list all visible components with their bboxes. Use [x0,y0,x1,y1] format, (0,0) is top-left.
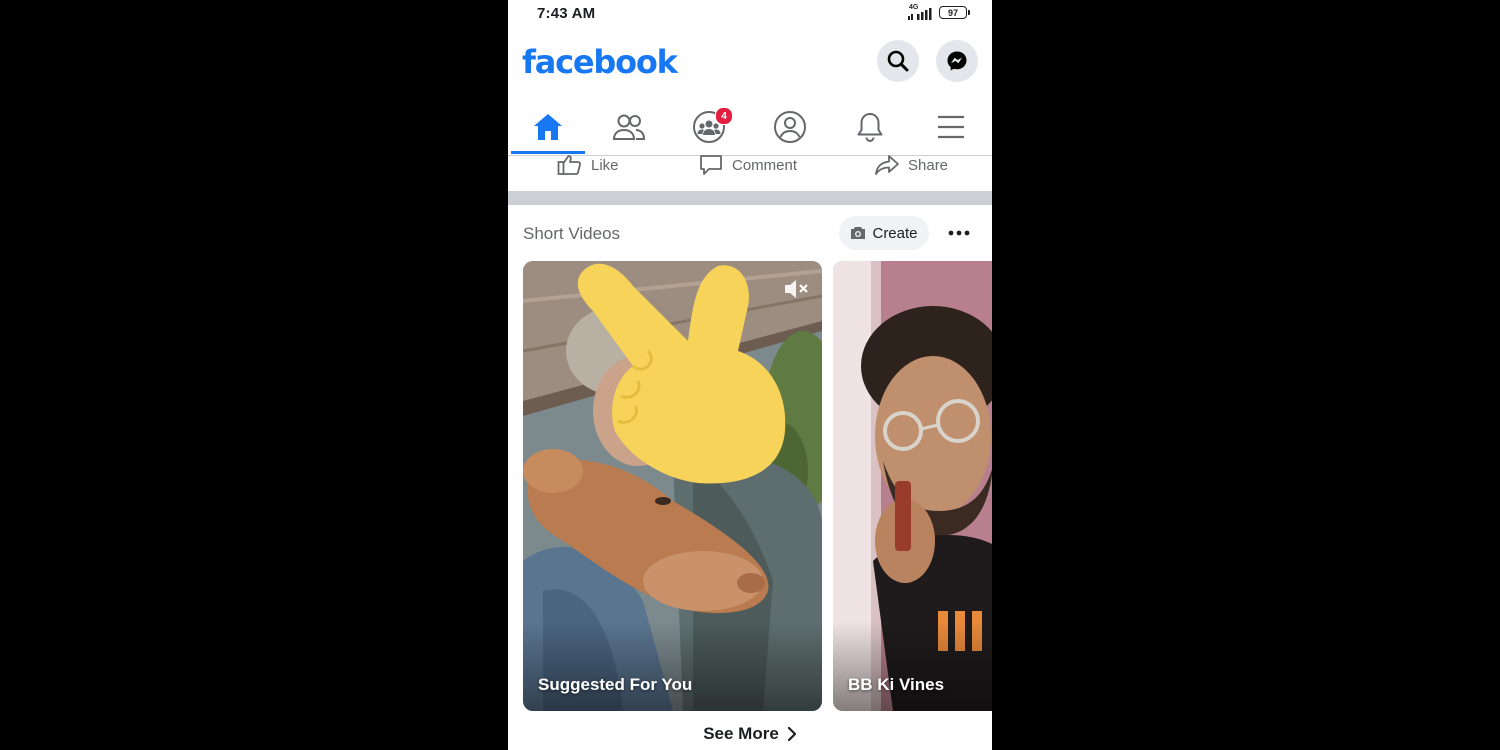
share-icon [875,155,899,175]
see-more-button[interactable]: See More [508,724,992,744]
profile-icon [774,111,806,143]
short-videos-title: Short Videos [523,224,621,243]
battery-level: 97 [947,7,958,18]
like-icon [557,155,581,175]
messenger-icon [947,51,967,71]
post-actions: Like Comment Share [508,154,992,190]
tab-groups[interactable]: 4 [669,100,749,154]
tab-home[interactable] [508,100,588,154]
comment-button[interactable]: Comment [698,154,797,176]
messenger-button[interactable] [936,40,978,82]
card-shade [833,621,992,711]
share-label: Share [908,156,949,174]
search-button[interactable] [877,40,919,82]
feed-separator [508,191,992,205]
video-card-label: Suggested For You [538,675,693,694]
video-card-bb-ki-vines[interactable]: BB Ki Vines [833,261,992,711]
status-bar: 7:43 AM 4G 97 [508,0,992,28]
facebook-logo[interactable]: facebook [522,43,678,81]
video-card-label: BB Ki Vines [848,675,945,694]
friends-icon [612,114,646,140]
bell-icon [857,113,883,142]
create-label: Create [872,224,918,242]
home-icon [534,114,562,140]
comment-label: Comment [732,156,798,174]
battery-indicator: 97 [939,6,970,19]
tab-bar: 4 [508,100,992,156]
share-button[interactable]: Share [874,154,948,176]
comment-icon [700,155,722,175]
more-options-button[interactable] [944,220,974,246]
groups-badge: 4 [715,107,733,125]
menu-icon [938,115,964,139]
search-icon [887,50,909,72]
mute-icon[interactable] [782,277,810,301]
see-more-label: See More [703,724,779,743]
chevron-right-icon [787,726,796,742]
like-label: Like [591,156,619,174]
tab-profile[interactable] [750,100,830,154]
tab-notifications[interactable] [830,100,910,154]
more-icon [948,230,970,236]
card-shade [523,621,822,711]
video-card-suggested[interactable]: Suggested For You [523,261,822,711]
tab-menu[interactable] [911,100,991,154]
create-button[interactable]: Create [839,216,929,250]
phone-screen: 7:43 AM 4G 97 facebook 4 Like Comment Sh… [508,0,992,750]
signal-icon [908,8,932,20]
status-time: 7:43 AM [537,5,596,22]
like-button[interactable]: Like [557,154,619,176]
tab-friends[interactable] [589,100,669,154]
camera-icon [851,227,866,239]
